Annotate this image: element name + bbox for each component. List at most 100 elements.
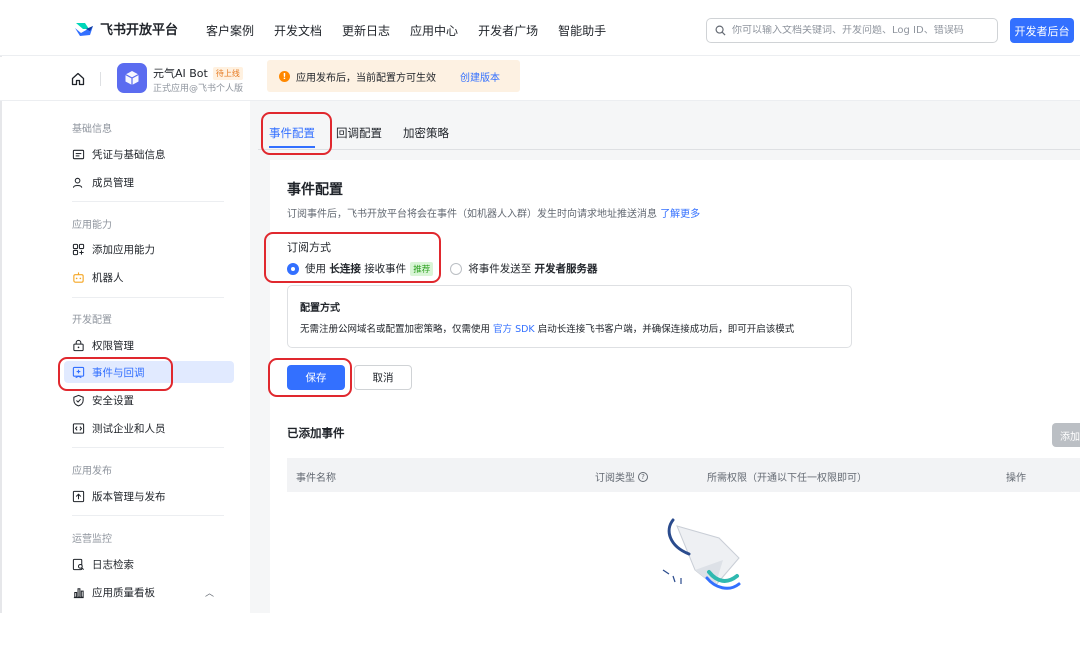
sidebar-divider <box>72 515 224 516</box>
divider <box>100 72 101 86</box>
sidebar-item-label: 日志检索 <box>92 558 134 571</box>
brand-logo[interactable]: 飞书开放平台 <box>74 19 178 38</box>
config-text: 无需注册公网域名或配置加密策略，仅需使用 官方 SDK 启动长连接飞书客户端，并… <box>300 321 794 335</box>
upload-icon <box>72 490 85 502</box>
sidebar-item-label: 添加应用能力 <box>92 243 155 256</box>
robot-icon <box>73 271 84 283</box>
sidebar-item-robot[interactable]: 机器人 <box>72 266 124 288</box>
test-icon <box>72 422 85 434</box>
create-version-link[interactable]: 创建版本 <box>460 69 500 84</box>
page-description: 订阅事件后，飞书开放平台将会在事件（如机器人入群）发生时向请求地址推送消息 了解… <box>287 205 700 220</box>
page-title: 事件配置 <box>287 182 343 198</box>
sidebar-item-versions[interactable]: 版本管理与发布 <box>72 485 166 507</box>
column-event-name: 事件名称 <box>296 473 336 484</box>
sidebar-group-dev-config: 开发配置 <box>72 315 112 326</box>
sidebar-item-members[interactable]: 成员管理 <box>72 171 134 193</box>
column-actions: 操作 <box>1006 473 1026 484</box>
sidebar-divider <box>72 447 224 448</box>
cube-icon <box>125 71 139 85</box>
sidebar-item-quality-board[interactable]: 应用质量看板 ︿ <box>72 581 242 603</box>
sidebar-item-label: 应用质量看板 <box>92 586 155 599</box>
column-label: 订阅类型 <box>595 473 635 484</box>
warning-icon: ! <box>279 70 290 82</box>
help-icon[interactable]: ? <box>638 471 648 482</box>
main-nav: 客户案例 开发文档 更新日志 应用中心 开发者广场 智能助手 <box>206 22 606 39</box>
publish-notice: ! 应用发布后，当前配置方可生效 创建版本 <box>267 60 520 92</box>
sidebar-item-label: 凭证与基础信息 <box>92 148 166 161</box>
chevron-up-icon[interactable]: ︿ <box>205 586 214 599</box>
official-sdk-link[interactable]: 官方 SDK <box>493 324 535 335</box>
highlight-save <box>268 358 352 397</box>
home-icon[interactable] <box>70 71 86 87</box>
description-text: 订阅事件后，飞书开放平台将会在事件（如机器人入群）发生时向请求地址推送消息 <box>287 209 657 220</box>
permission-icon <box>73 339 84 351</box>
column-permissions: 所需权限（开通以下任一权限即可） <box>707 473 867 484</box>
highlight-tab-event-config <box>261 112 332 155</box>
sidebar-group-publish: 应用发布 <box>72 466 112 477</box>
nav-item-app-center[interactable]: 应用中心 <box>410 22 458 39</box>
sidebar-item-log-search[interactable]: 日志检索 <box>72 553 134 575</box>
member-icon <box>72 177 83 188</box>
developer-console-button[interactable]: 开发者后台 <box>1010 18 1074 43</box>
sidebar-group-basic: 基础信息 <box>72 124 112 135</box>
tab-encryption[interactable]: 加密策略 <box>403 125 449 141</box>
highlight-subscription <box>264 232 441 283</box>
app-name: 元气AI Bot <box>153 67 208 80</box>
learn-more-link[interactable]: 了解更多 <box>660 209 700 220</box>
option-prefix: 将事件发送至 <box>468 263 532 275</box>
cancel-button[interactable]: 取消 <box>354 365 412 390</box>
nav-item-dev-square[interactable]: 开发者广场 <box>478 22 538 39</box>
added-events-title: 已添加事件 <box>287 426 345 440</box>
tab-callback-config[interactable]: 回调配置 <box>336 125 382 141</box>
sidebar-item-label: 权限管理 <box>92 339 134 352</box>
sidebar-divider <box>72 201 224 202</box>
sidebar-item-credentials[interactable]: 凭证与基础信息 <box>72 143 166 165</box>
sidebar-item-add-capability[interactable]: 添加应用能力 <box>72 238 155 260</box>
top-navbar: 飞书开放平台 客户案例 开发文档 更新日志 应用中心 开发者广场 智能助手 开发… <box>0 0 1080 56</box>
page-bottom <box>0 613 1080 663</box>
add-event-button[interactable]: 添加 <box>1052 423 1080 447</box>
sidebar-item-label: 安全设置 <box>92 394 134 407</box>
sidebar-divider <box>72 297 224 298</box>
app-name-row: 元气AI Bot 待上线 <box>153 65 243 81</box>
sidebar-item-label: 机器人 <box>92 271 124 284</box>
radio-dev-server[interactable] <box>450 262 463 275</box>
notice-text: 应用发布后，当前配置方可生效 <box>296 72 436 84</box>
shield-icon <box>73 394 84 406</box>
sidebar-item-permissions[interactable]: 权限管理 <box>72 334 134 356</box>
option-bold: 开发者服务器 <box>534 263 598 275</box>
config-text-after: 启动长连接飞书客户端，并确保连接成功后，即可开启该模式 <box>537 324 795 335</box>
highlight-sidebar-events <box>58 357 173 391</box>
app-header: 元气AI Bot 待上线 正式应用@飞书个人版 ! 应用发布后，当前配置方可生效… <box>0 57 1080 101</box>
credential-icon <box>72 149 85 159</box>
search-box[interactable] <box>706 18 998 43</box>
nav-item-changelog[interactable]: 更新日志 <box>342 22 390 39</box>
column-subscription-type: 订阅类型 ? <box>595 469 648 484</box>
sidebar-item-test[interactable]: 测试企业和人员 <box>72 417 166 439</box>
nav-item-assistant[interactable]: 智能助手 <box>558 22 606 39</box>
brand-name: 飞书开放平台 <box>100 23 179 38</box>
sidebar-group-capability: 应用能力 <box>72 220 112 231</box>
add-capability-icon <box>72 243 85 255</box>
sidebar-item-security[interactable]: 安全设置 <box>72 389 134 411</box>
sidebar-group-ops: 运营监控 <box>72 534 112 545</box>
option-dev-server-label[interactable]: 将事件发送至 开发者服务器 <box>468 261 597 276</box>
app-subtitle: 正式应用@飞书个人版 <box>153 84 244 94</box>
search-icon <box>715 25 726 36</box>
status-badge: 待上线 <box>212 66 243 80</box>
feishu-logo-icon <box>75 22 93 36</box>
config-text-before: 无需注册公网域名或配置加密策略，仅需使用 <box>300 324 491 335</box>
search-input[interactable] <box>732 25 982 36</box>
sidebar-item-label: 版本管理与发布 <box>92 490 166 503</box>
tab-bar: 事件配置 回调配置 加密策略 <box>258 101 1080 150</box>
nav-item-docs[interactable]: 开发文档 <box>274 22 322 39</box>
events-table-header: 事件名称 订阅类型 ? 所需权限（开通以下任一权限即可） 操作 <box>287 458 1080 492</box>
empty-state-illustration <box>662 518 741 590</box>
config-info-box: 配置方式 无需注册公网域名或配置加密策略，仅需使用 官方 SDK 启动长连接飞书… <box>287 285 852 348</box>
chart-icon <box>73 587 84 598</box>
config-title: 配置方式 <box>300 303 340 314</box>
log-search-icon <box>72 558 84 570</box>
app-avatar <box>117 63 147 93</box>
nav-item-cases[interactable]: 客户案例 <box>206 22 254 39</box>
sidebar-item-label: 成员管理 <box>92 176 134 189</box>
